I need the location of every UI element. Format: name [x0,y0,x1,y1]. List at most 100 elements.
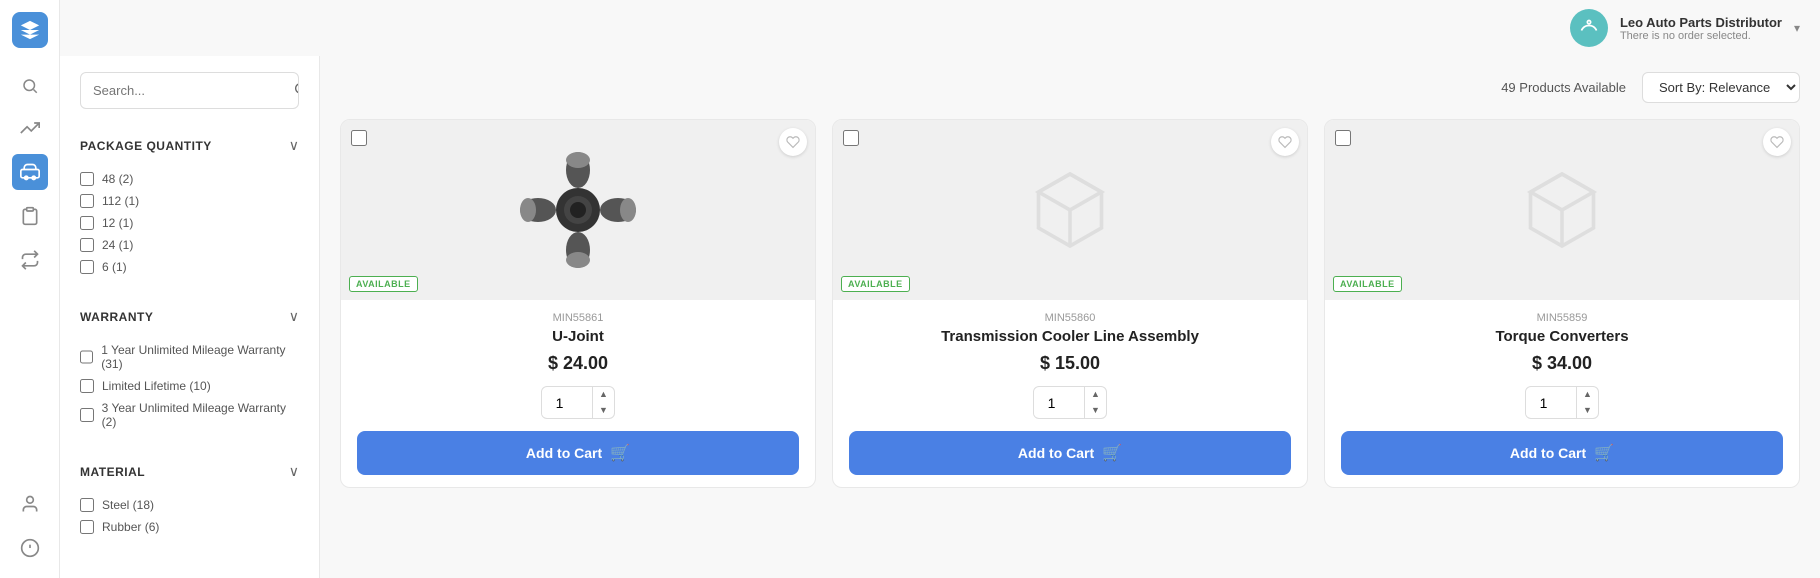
product-sku-2: MIN55860 [849,312,1291,324]
filter-option-1yr[interactable]: 1 Year Unlimited Mileage Warranty (31) [80,339,299,375]
quantity-input-2[interactable]: ▲ ▼ [1033,386,1107,419]
quantity-input-1[interactable]: ▲ ▼ [541,386,615,419]
checkbox-steel[interactable] [80,498,94,512]
product-wishlist-3[interactable] [1763,128,1791,156]
checkbox-1yr[interactable] [80,350,93,364]
filter-option-112[interactable]: 112 (1) [80,190,299,212]
quantity-input-3[interactable]: ▲ ▼ [1525,386,1599,419]
checkbox-112[interactable] [80,194,94,208]
label-rubber: Rubber (6) [102,520,159,534]
sidebar-item-orders[interactable] [12,198,48,234]
material-toggle[interactable]: ∨ [289,463,299,480]
warranty-filter: WARRANTY ∨ 1 Year Unlimited Mileage Warr… [80,300,299,439]
search-icon [293,81,299,97]
package-quantity-toggle[interactable]: ∨ [289,137,299,154]
filter-option-12[interactable]: 12 (1) [80,212,299,234]
repeat-icon [20,250,40,270]
product-select-2[interactable] [843,130,859,146]
filter-option-lifetime[interactable]: Limited Lifetime (10) [80,375,299,397]
warranty-toggle[interactable]: ∨ [289,308,299,325]
qty-arrows-3: ▲ ▼ [1576,387,1598,418]
products-area: 49 Products Available Sort By: Relevance… [320,56,1820,578]
quantity-field-3[interactable] [1526,389,1576,417]
user-name: Leo Auto Parts Distributor [1620,15,1782,30]
filter-option-24[interactable]: 24 (1) [80,234,299,256]
nav-search-button[interactable] [12,68,48,104]
quantity-row-3: ▲ ▼ [1341,386,1783,419]
product-info-3: MIN55859 Torque Converters $ 34.00 ▲ ▼ [1325,300,1799,487]
label-48: 48 (2) [102,172,133,186]
heart-icon-3 [1770,135,1784,149]
checkbox-3yr[interactable] [80,408,94,422]
warranty-title: WARRANTY [80,310,153,324]
quantity-field-1[interactable] [542,389,592,417]
warranty-header[interactable]: WARRANTY ∨ [80,300,299,333]
search-input[interactable] [81,74,281,107]
avatar-icon [1579,18,1599,38]
filter-option-6[interactable]: 6 (1) [80,256,299,278]
qty-up-3[interactable]: ▲ [1577,387,1598,403]
product-price-1: $ 24.00 [357,353,799,374]
product-price-2: $ 15.00 [849,353,1291,374]
avatar [1570,9,1608,47]
filter-option-48[interactable]: 48 (2) [80,168,299,190]
sidebar-item-alerts[interactable] [12,530,48,566]
label-steel: Steel (18) [102,498,154,512]
filter-option-steel[interactable]: Steel (18) [80,494,299,516]
product-image-container-3: AVAILABLE [1325,120,1799,300]
add-to-cart-button-3[interactable]: Add to Cart 🛒 [1341,431,1783,475]
material-header[interactable]: MATERIAL ∨ [80,455,299,488]
checkbox-lifetime[interactable] [80,379,94,393]
product-placeholder-image-2 [1025,165,1115,255]
package-quantity-title: PACKAGE QUANTITY [80,139,212,153]
product-name-1: U-Joint [357,328,799,345]
qty-down-2[interactable]: ▼ [1085,403,1106,419]
trending-up-icon [20,118,40,138]
qty-down-1[interactable]: ▼ [593,403,614,419]
products-count: 49 Products Available [1501,80,1626,95]
search-bar[interactable] [80,72,299,109]
add-to-cart-label-3: Add to Cart [1510,445,1586,461]
checkbox-rubber[interactable] [80,520,94,534]
product-select-1[interactable] [351,130,367,146]
checkbox-48[interactable] [80,172,94,186]
sidebar-item-analytics[interactable] [12,110,48,146]
qty-down-3[interactable]: ▼ [1577,403,1598,419]
product-wishlist-2[interactable] [1271,128,1299,156]
add-to-cart-button-2[interactable]: Add to Cart 🛒 [849,431,1291,475]
content-area: PACKAGE QUANTITY ∨ 48 (2) 112 (1) 12 (1) [60,0,1820,578]
sidebar-item-returns[interactable] [12,242,48,278]
cart-icon-3: 🛒 [1594,443,1614,463]
product-price-3: $ 34.00 [1341,353,1783,374]
availability-badge-2: AVAILABLE [841,276,910,292]
filter-option-3yr[interactable]: 3 Year Unlimited Mileage Warranty (2) [80,397,299,433]
product-name-2: Transmission Cooler Line Assembly [849,328,1291,345]
qty-up-2[interactable]: ▲ [1085,387,1106,403]
sort-select[interactable]: Sort By: Relevance Price: Low to High Pr… [1642,72,1800,103]
product-wishlist-1[interactable] [779,128,807,156]
sidebar-item-customers[interactable] [12,486,48,522]
sidebar-item-parts[interactable] [12,154,48,190]
package-quantity-header[interactable]: PACKAGE QUANTITY ∨ [80,129,299,162]
filter-option-rubber[interactable]: Rubber (6) [80,516,299,538]
user-circle-icon [20,494,40,514]
heart-icon-2 [1278,135,1292,149]
user-subtitle: There is no order selected. [1620,30,1782,42]
checkbox-6[interactable] [80,260,94,274]
filters-sidebar: PACKAGE QUANTITY ∨ 48 (2) 112 (1) 12 (1) [60,56,320,578]
top-bar: Leo Auto Parts Distributor There is no o… [1570,0,1820,56]
quantity-field-2[interactable] [1034,389,1084,417]
clipboard-icon [20,206,40,226]
user-menu-chevron[interactable]: ▾ [1794,21,1800,35]
product-select-3[interactable] [1335,130,1351,146]
product-sku-3: MIN55859 [1341,312,1783,324]
product-sku-1: MIN55861 [357,312,799,324]
left-navigation [0,0,60,578]
app-logo[interactable] [12,12,48,48]
main-content: Leo Auto Parts Distributor There is no o… [60,0,1820,578]
checkbox-24[interactable] [80,238,94,252]
add-to-cart-button-1[interactable]: Add to Cart 🛒 [357,431,799,475]
checkbox-12[interactable] [80,216,94,230]
search-button[interactable] [281,73,299,108]
qty-up-1[interactable]: ▲ [593,387,614,403]
